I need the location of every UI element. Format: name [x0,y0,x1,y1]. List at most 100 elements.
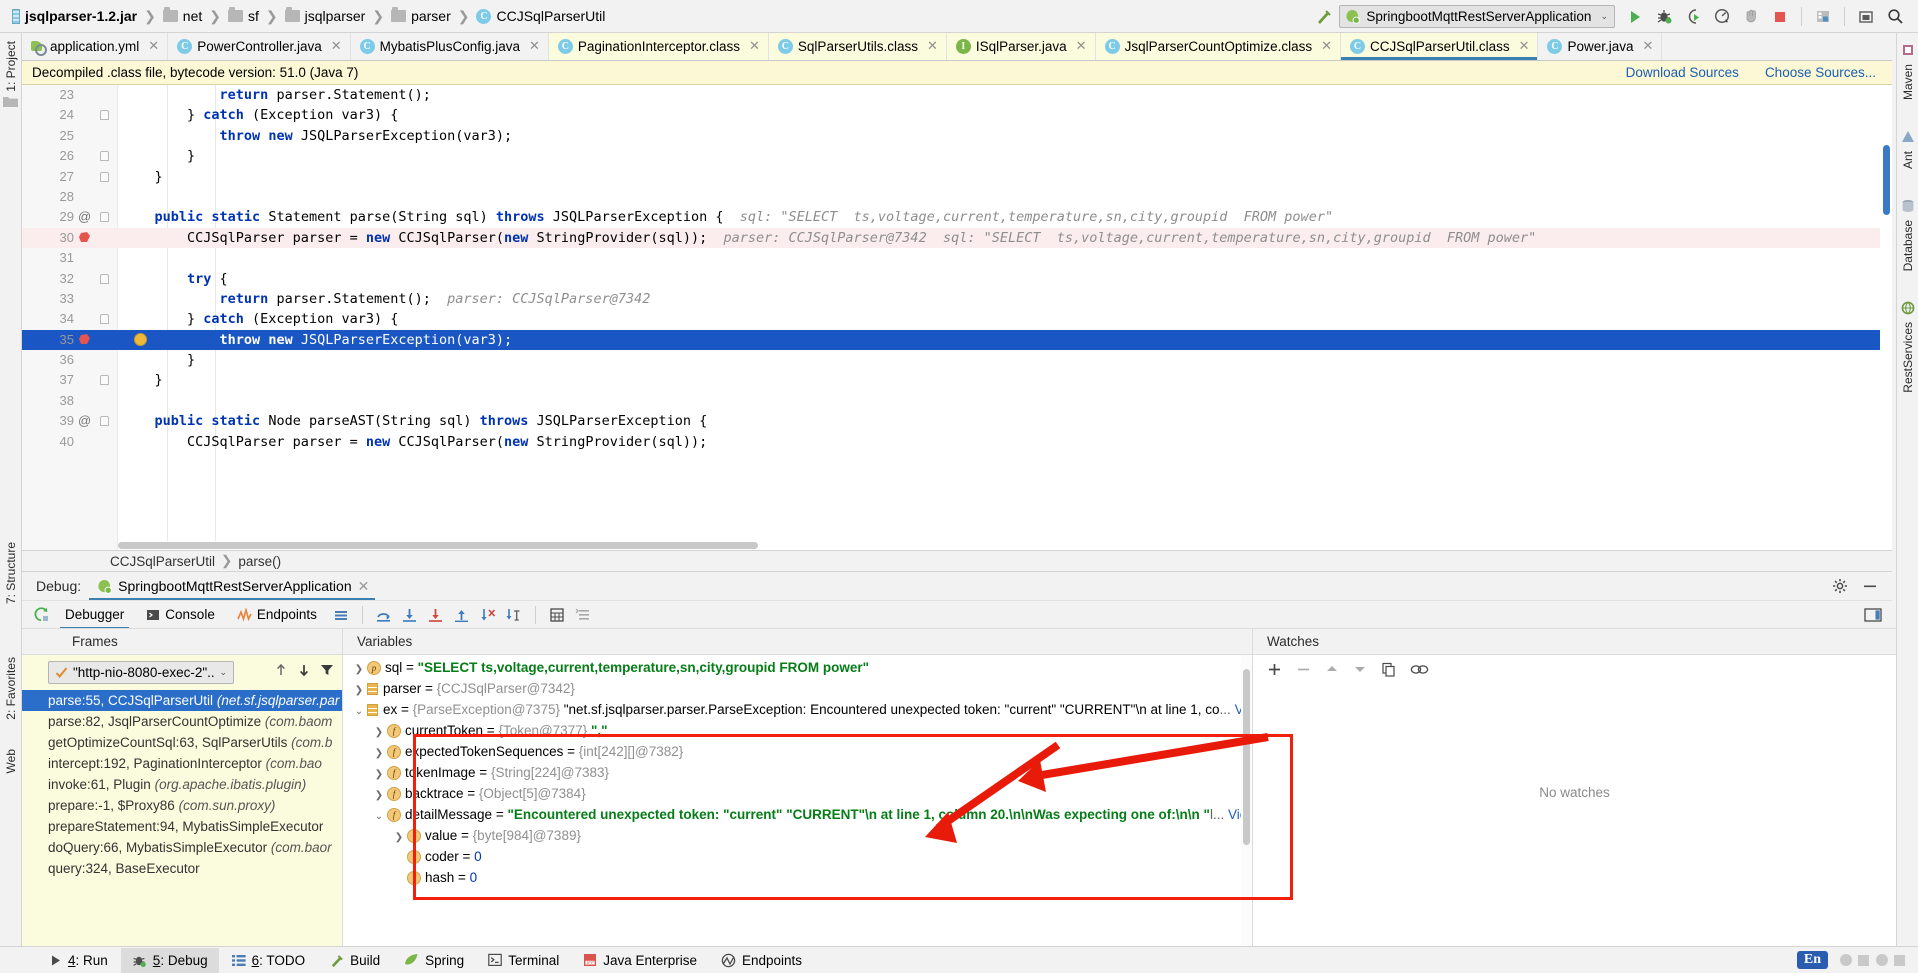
chevron-right-icon[interactable]: ❯ [371,764,387,785]
variable-row[interactable]: ❯ f value = {byte[984]@7389} [343,825,1252,846]
project-structure-button[interactable] [1810,4,1836,30]
status-bar-item-run[interactable]: 4: Run [38,948,119,973]
code-fold-toggle[interactable] [100,314,109,325]
chevron-down-icon[interactable]: ⌄ [219,667,227,678]
link-watch-button[interactable] [1410,663,1429,676]
ime-tray-icons[interactable] [1838,952,1910,968]
chevron-right-icon[interactable]: ❯ [351,659,367,680]
chevron-right-icon[interactable]: ❯ [351,680,367,701]
add-watch-button[interactable] [1267,662,1282,677]
right-tool-item-maven[interactable]: Maven [1901,43,1915,104]
close-icon[interactable]: ✕ [1076,38,1087,54]
stop-button[interactable] [1767,4,1793,30]
frame-row[interactable]: prepare:-1, $Proxy86 (com.sun.proxy) [22,795,342,816]
code-line-30[interactable]: 30 CCJSqlParser parser = new CCJSqlParse… [22,227,1892,249]
close-icon[interactable]: ✕ [358,578,370,595]
thread-selector[interactable]: "http-nio-8080-exec-2"... ⌄ [48,661,234,684]
tab-console[interactable]: Console [135,602,226,628]
editor-tab-7[interactable]: C CCJSqlParserUtil.class ✕ [1341,33,1539,60]
close-icon[interactable]: ✕ [749,38,760,54]
debug-button[interactable] [1651,4,1677,30]
tab-endpoints[interactable]: Endpoints [226,602,328,628]
variable-row[interactable]: ❯ p sql = "SELECT ts,voltage,current,tempe… [343,657,1252,678]
code-line-35[interactable]: 35 throw new JSQLParserException(var3); [22,329,1892,351]
status-bar-item-endpoints[interactable]: Endpoints [710,948,813,973]
variable-row[interactable]: ❯ f tokenImage = {String[224]@7383} [343,762,1252,783]
step-into-button[interactable] [397,603,423,627]
frames-filter-button[interactable] [320,663,334,677]
close-icon[interactable]: ✕ [1321,38,1332,54]
editor-horizontal-scrollbar[interactable] [118,541,1880,550]
chevron-right-icon[interactable]: ❯ [371,785,387,806]
mute-breakpoints-button[interactable] [328,603,354,627]
code-line-24[interactable]: 24 } catch (Exception var3) { [22,105,1892,125]
frame-row[interactable]: parse:55, CCJSqlParserUtil (net.sf.jsqlp… [22,690,342,711]
chevron-down-icon[interactable]: ⌄ [371,806,387,827]
ime-indicator[interactable]: En [1796,951,1828,969]
restore-layout-icon[interactable] [1864,607,1882,623]
breadcrumb-item-0[interactable]: jsqlparser-1.2.jar [12,8,137,24]
variable-row[interactable]: ❯ f currentToken = {Token@7377} "," [343,720,1252,741]
show-execution-point-button[interactable] [570,603,596,627]
frames-up-button[interactable] [274,663,288,677]
editor-tab-3[interactable]: C PaginationInterceptor.class ✕ [548,33,769,60]
editor-tab-2[interactable]: C MybatisPlusConfig.java ✕ [351,33,549,60]
editor-tab-5[interactable]: I ISqlParser.java ✕ [946,33,1096,60]
code-line-27[interactable]: 27 } [22,167,1892,187]
code-line-31[interactable]: 31 [22,248,1892,268]
code-line-28[interactable]: 28 [22,187,1892,207]
minimize-icon[interactable] [1853,4,1879,30]
frame-row[interactable]: getOptimizeCountSql:63, SqlParserUtils (… [22,732,342,753]
frame-row[interactable]: intercept:192, PaginationInterceptor (co… [22,753,342,774]
run-button[interactable] [1622,4,1648,30]
code-line-39[interactable]: 39 @ public static Node parseAST(String s… [22,411,1892,431]
chevron-down-icon[interactable]: ⌄ [1600,11,1608,22]
right-tool-item-ant[interactable]: Ant [1901,130,1915,173]
close-icon[interactable]: ✕ [331,38,342,54]
close-icon[interactable]: ✕ [148,38,159,54]
code-fold-toggle[interactable] [100,273,109,284]
breadcrumb-class[interactable]: CCJSqlParserUtil [110,554,215,569]
code-text-area[interactable]: 23 return parser.Statement(); 24 } catch … [22,85,1892,550]
frame-row[interactable]: prepareStatement:94, MybatisSimpleExecut… [22,816,342,837]
chevron-right-icon[interactable]: ❯ [371,743,387,764]
right-tool-item-database[interactable]: Database [1901,199,1915,275]
sidebar-item-project[interactable]: 1: Project [0,33,21,96]
code-line-37[interactable]: 37 } [22,370,1892,390]
code-line-29[interactable]: 29 @ public static Statement parse(String… [22,207,1892,227]
code-line-36[interactable]: 36 } [22,350,1892,370]
right-tool-item-restservices[interactable]: RestServices [1901,301,1915,397]
code-line-40[interactable]: 40 CCJSqlParser parser = new CCJSqlParse… [22,432,1892,452]
chevron-right-icon[interactable]: ❯ [371,722,387,743]
folder-icon[interactable] [3,95,18,108]
code-fold-toggle[interactable] [100,171,109,182]
search-icon[interactable] [1882,4,1908,30]
status-bar-item-debug[interactable]: 5: Debug [120,947,219,973]
choose-sources-link[interactable]: Choose Sources... [1765,65,1876,80]
editor-tab-0[interactable]: application.yml ✕ [22,33,169,60]
watches-pane[interactable]: No watches [1252,654,1896,960]
run-to-cursor-button[interactable] [501,603,527,627]
status-bar-item-todo[interactable]: 6: TODO [221,948,317,973]
code-fold-toggle[interactable] [100,212,109,223]
frame-row[interactable]: parse:82, JsqlParserCountOptimize (com.b… [22,711,342,732]
code-line-23[interactable]: 23 return parser.Statement(); [22,85,1892,105]
variable-row[interactable]: ❯ f backtrace = {Object[5]@7384} [343,783,1252,804]
code-fold-toggle[interactable] [100,151,109,162]
rerun-icon[interactable] [28,603,54,627]
variable-row[interactable]: f hash = 0 [343,867,1252,888]
sidebar-item-web[interactable]: Web [4,745,18,777]
variable-row[interactable]: ❯ f expectedTokenSequences = {int[242][]@7… [343,741,1252,762]
frame-row[interactable]: doQuery:66, MybatisSimpleExecutor (com.b… [22,837,342,858]
step-out-button[interactable] [449,603,475,627]
code-line-25[interactable]: 25 throw new JSQLParserException(var3); [22,126,1892,146]
gear-icon[interactable] [1832,578,1848,594]
editor-breadcrumb[interactable]: CCJSqlParserUtil ❯ parse() [22,550,1892,572]
code-fold-toggle[interactable] [100,416,109,427]
breadcrumb-method[interactable]: parse() [238,554,281,569]
breadcrumb-item-3[interactable]: jsqlparser [284,7,365,24]
frames-down-button[interactable] [297,663,311,677]
variable-row[interactable]: ⌄ f detailMessage = "Encountered unexpecte… [343,804,1252,825]
code-line-38[interactable]: 38 [22,391,1892,411]
move-watch-up-button[interactable] [1325,662,1339,676]
